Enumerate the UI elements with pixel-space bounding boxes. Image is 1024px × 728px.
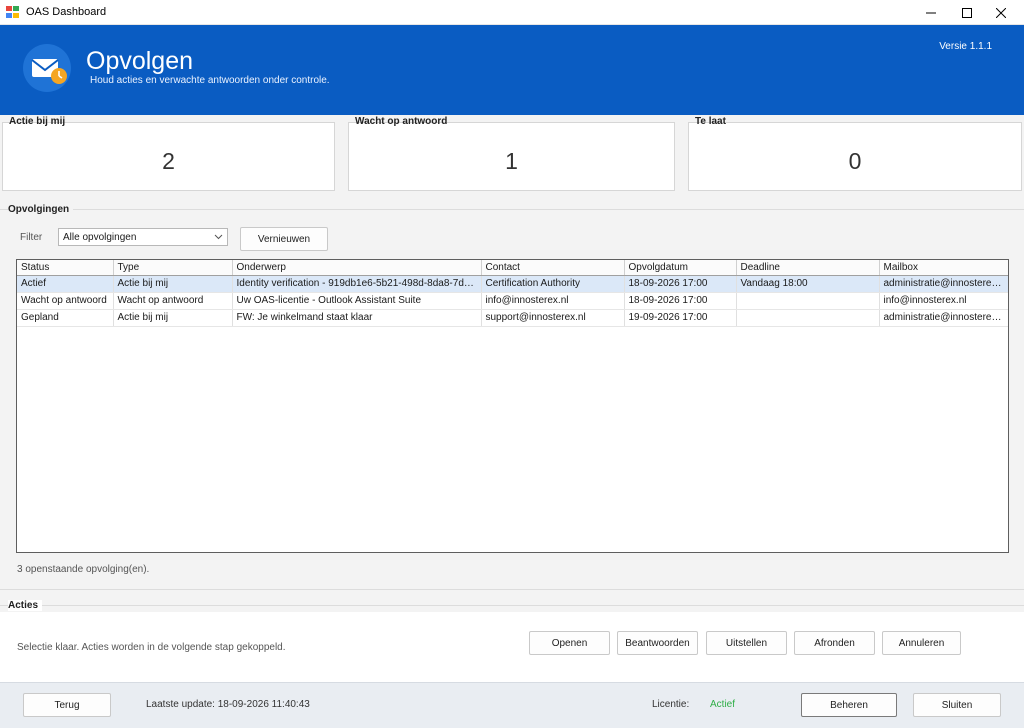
license-label: Licentie:: [652, 699, 690, 710]
cell-deadline: [736, 309, 880, 327]
cell-type: Actie bij mij: [113, 275, 233, 293]
stat-value: 0: [848, 148, 862, 174]
divider: [0, 605, 1024, 606]
filter-value: Alle opvolgingen: [63, 232, 137, 243]
title-bar: OAS Dashboard: [0, 0, 1024, 25]
cancel-button[interactable]: Annuleren: [882, 631, 961, 655]
chevron-down-icon: [214, 234, 223, 240]
actions-status-text: Selectie klaar. Acties worden in de volg…: [17, 642, 286, 653]
table-row[interactable]: Wacht op antwoord Wacht op antwoord Uw O…: [17, 292, 1008, 310]
cell-followup-date: 18-09-2026 17:00: [624, 292, 737, 310]
followups-table: Status Type Onderwerp Contact Opvolgdatu…: [16, 259, 1009, 553]
cell-mailbox: info@innosterex.nl: [879, 292, 1008, 310]
column-header-contact[interactable]: Contact: [481, 260, 625, 276]
followup-count: 3 openstaande opvolging(en).: [17, 564, 150, 575]
column-header-onderwerp[interactable]: Onderwerp: [232, 260, 482, 276]
manage-button[interactable]: Beheren: [801, 693, 897, 717]
page-title: Opvolgen: [86, 47, 194, 75]
stat-card-wacht-op-antwoord: Wacht op antwoord 1: [348, 116, 675, 191]
cell-deadline: [736, 292, 880, 310]
table-row[interactable]: Gepland Actie bij mij FW: Je winkelmand …: [17, 309, 1008, 327]
window-title: OAS Dashboard: [26, 6, 107, 18]
maximize-icon: [962, 7, 972, 18]
column-header-opvolgdatum[interactable]: Opvolgdatum: [624, 260, 737, 276]
column-header-type[interactable]: Type: [113, 260, 233, 276]
postpone-button[interactable]: Uitstellen: [706, 631, 787, 655]
cell-contact: support@innosterex.nl: [481, 309, 625, 327]
version-label: Versie 1.1.1: [939, 41, 992, 52]
cell-contact: Certification Authority: [481, 275, 625, 293]
stat-label: Actie bij mij: [9, 116, 66, 127]
stat-card-te-laat: Te laat 0: [688, 116, 1022, 191]
reply-button[interactable]: Beantwoorden: [617, 631, 698, 655]
mail-clock-icon: [23, 44, 71, 92]
last-update-text: Laatste update: 18-09-2026 11:40:43: [146, 699, 310, 710]
table-header-row: Status Type Onderwerp Contact Opvolgdatu…: [17, 260, 1008, 276]
followups-group-title: Opvolgingen: [8, 204, 74, 215]
filter-dropdown[interactable]: Alle opvolgingen: [58, 228, 228, 246]
cell-status: Wacht op antwoord: [17, 292, 114, 310]
column-header-status[interactable]: Status: [17, 260, 114, 276]
refresh-button[interactable]: Vernieuwen: [240, 227, 328, 251]
back-button[interactable]: Terug: [23, 693, 111, 717]
cell-subject: FW: Je winkelmand staat klaar: [232, 309, 482, 327]
cell-status: Gepland: [17, 309, 114, 327]
table-row[interactable]: Actief Actie bij mij Identity verificati…: [17, 275, 1008, 293]
open-button[interactable]: Openen: [529, 631, 610, 655]
cell-type: Actie bij mij: [113, 309, 233, 327]
header-banner: Opvolgen Houd acties en verwachte antwoo…: [0, 25, 1024, 115]
cell-mailbox: administratie@innosterex.nl: [879, 309, 1008, 327]
app-icon: [6, 6, 19, 18]
close-icon: [996, 7, 1006, 18]
cell-deadline: Vandaag 18:00: [736, 275, 880, 293]
cell-type: Wacht op antwoord: [113, 292, 233, 310]
cell-mailbox: administratie@innosterex.nl: [879, 275, 1008, 293]
cell-contact: info@innosterex.nl: [481, 292, 625, 310]
complete-button[interactable]: Afronden: [794, 631, 875, 655]
stat-label: Wacht op antwoord: [355, 116, 448, 127]
filter-label: Filter: [20, 232, 43, 243]
actions-group-title: Acties: [8, 600, 43, 611]
close-button[interactable]: Sluiten: [913, 693, 1001, 717]
cell-status: Actief: [17, 275, 114, 293]
divider: [0, 209, 1024, 210]
cell-followup-date: 19-09-2026 17:00: [624, 309, 737, 327]
status-footer: Terug Laatste update: 18-09-2026 11:40:4…: [0, 682, 1024, 728]
stat-value: 2: [162, 148, 175, 174]
cell-followup-date: 18-09-2026 17:00: [624, 275, 737, 293]
page-subtitle: Houd acties en verwachte antwoorden onde…: [90, 75, 330, 86]
cell-subject: Identity verification - 919db1e6-5b21-49…: [232, 275, 482, 293]
cell-subject: Uw OAS-licentie - Outlook Assistant Suit…: [232, 292, 482, 310]
divider: [0, 589, 1024, 590]
stat-label: Te laat: [695, 116, 726, 127]
close-window-button[interactable]: [978, 0, 1024, 25]
stat-value: 1: [505, 148, 518, 174]
license-status: Actief: [710, 699, 736, 710]
minimize-icon: [926, 12, 936, 13]
column-header-deadline[interactable]: Deadline: [736, 260, 880, 276]
stat-card-actie-bij-mij: Actie bij mij 2: [2, 116, 335, 191]
column-header-mailbox[interactable]: Mailbox: [879, 260, 1008, 276]
